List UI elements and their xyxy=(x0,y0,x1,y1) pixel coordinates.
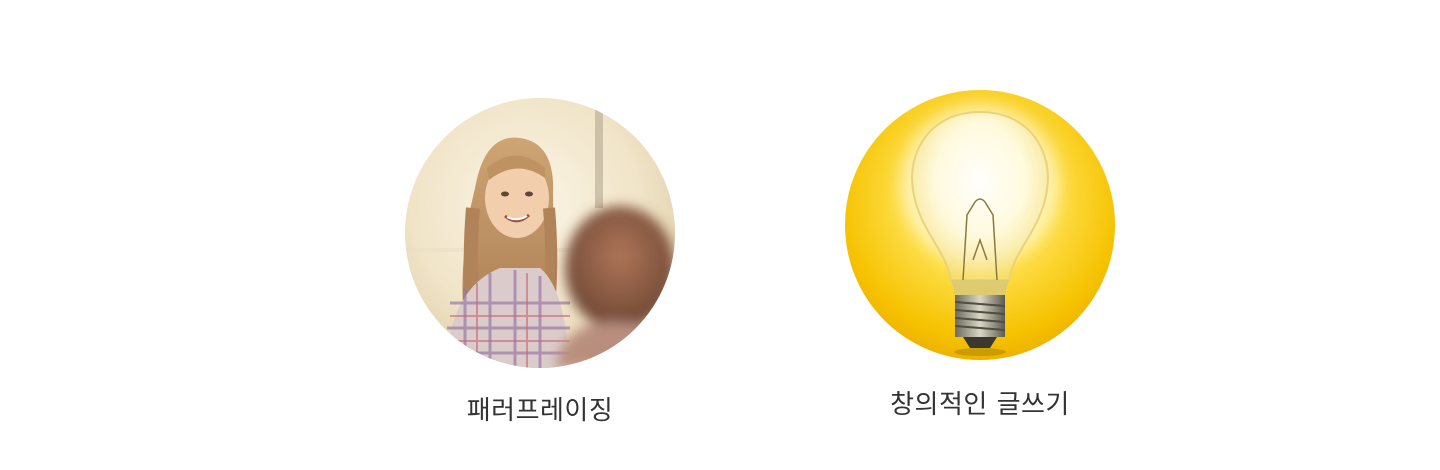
feature-label-creative-writing: 창의적인 글쓰기 xyxy=(890,390,1070,420)
light-bulb-icon[interactable] xyxy=(845,90,1115,360)
feature-label-paraphrasing: 패러프레이징 xyxy=(466,396,614,426)
feature-card-creative-writing[interactable]: 창의적인 글쓰기 xyxy=(844,90,1116,421)
feature-card-paraphrasing[interactable]: 패러프레이징 xyxy=(404,98,676,427)
feature-section: 패러프레이징 창의적인 글쓰기 xyxy=(0,0,1440,470)
girl-photo-thumbnail[interactable] xyxy=(405,98,675,368)
